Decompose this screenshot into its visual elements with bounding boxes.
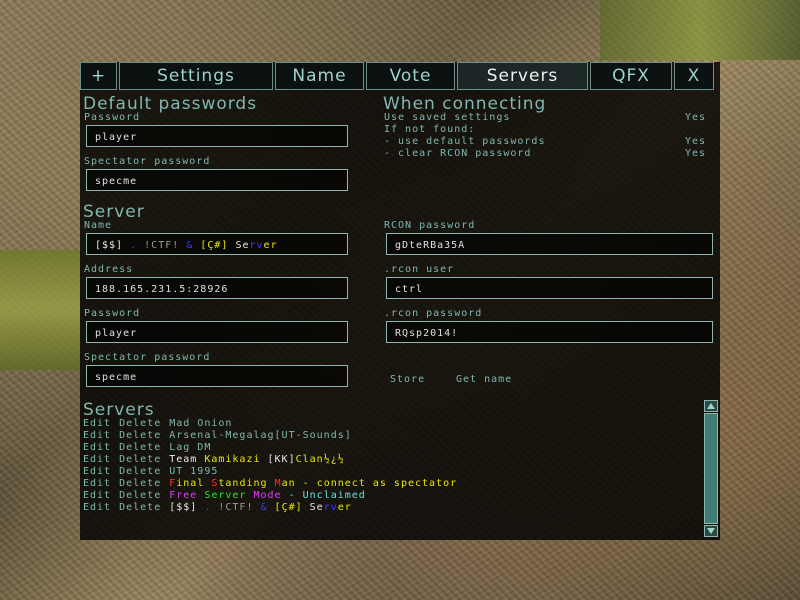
server-entry-name[interactable]: UT 1995 — [169, 466, 218, 477]
use-default-passwords-label: - use default passwords — [384, 136, 546, 147]
default-passwords-heading: Default passwords — [83, 94, 258, 114]
list-item: Edit Delete Final Standing Man - connect a… — [83, 478, 457, 489]
server-entry-name[interactable]: Free Server Mode - Unclaimed — [169, 490, 366, 501]
edit-button[interactable]: Edit — [83, 418, 111, 429]
if-not-found-label: If not found: — [384, 124, 476, 135]
rcon-user-label: .rcon user — [384, 264, 455, 275]
default-password-label: Password — [84, 112, 141, 123]
background-grass — [0, 250, 80, 370]
use-saved-settings-label: Use saved settings — [384, 112, 511, 123]
delete-button[interactable]: Delete — [119, 478, 161, 489]
list-item: Edit Delete Team Kamikazi [KK]Clan½¿½ — [83, 454, 345, 465]
list-item: Edit Delete Arsenal-Megalag[UT-Sounds] — [83, 430, 352, 441]
scroll-thumb[interactable] — [704, 413, 718, 524]
delete-button[interactable]: Delete — [119, 466, 161, 477]
server-entry-name[interactable]: Team Kamikazi [KK]Clan½¿½ — [169, 454, 345, 465]
use-saved-settings-toggle[interactable]: Yes — [685, 112, 706, 123]
list-item: Edit Delete Free Server Mode - Unclaimed — [83, 490, 366, 501]
delete-button[interactable]: Delete — [119, 502, 161, 513]
tab-plus[interactable]: + — [80, 62, 117, 90]
delete-button[interactable]: Delete — [119, 454, 161, 465]
arrow-down-icon — [707, 528, 715, 534]
server-password-field[interactable]: player — [86, 321, 348, 343]
edit-button[interactable]: Edit — [83, 454, 111, 465]
server-entry-name[interactable]: Mad Onion — [169, 418, 232, 429]
delete-button[interactable]: Delete — [119, 490, 161, 501]
use-default-passwords-toggle[interactable]: Yes — [685, 136, 706, 147]
list-item: Edit Delete [$$] . !CTF! & [Ç#] Server — [83, 502, 352, 513]
server-address-field[interactable]: 188.165.231.5:28926 — [86, 277, 348, 299]
servers-heading: Servers — [83, 400, 155, 420]
scroll-down-button[interactable] — [704, 525, 718, 537]
tab-vote[interactable]: Vote — [366, 62, 455, 90]
server-entry-name[interactable]: Arsenal-Megalag[UT-Sounds] — [169, 430, 352, 441]
background-foliage — [600, 0, 800, 60]
edit-button[interactable]: Edit — [83, 430, 111, 441]
server-name-label: Name — [84, 220, 113, 231]
server-spectator-password-field[interactable]: specme — [86, 365, 348, 387]
tab-qfx[interactable]: QFX — [590, 62, 672, 90]
edit-button[interactable]: Edit — [83, 466, 111, 477]
delete-button[interactable]: Delete — [119, 442, 161, 453]
tab-name[interactable]: Name — [275, 62, 364, 90]
servers-scrollbar[interactable] — [704, 400, 718, 538]
server-entry-name[interactable]: Lag DM — [169, 442, 211, 453]
tab-settings[interactable]: Settings — [119, 62, 273, 90]
server-entry-name[interactable]: [$$] . !CTF! & [Ç#] Server — [169, 502, 352, 513]
when-connecting-heading: When connecting — [383, 94, 547, 114]
list-item: Edit Delete Lag DM — [83, 442, 211, 453]
list-item: Edit Delete UT 1995 — [83, 466, 218, 477]
server-address-label: Address — [84, 264, 134, 275]
edit-button[interactable]: Edit — [83, 478, 111, 489]
list-item: Edit Delete Mad Onion — [83, 418, 232, 429]
server-password-label: Password — [84, 308, 141, 319]
store-button[interactable]: Store — [390, 374, 425, 385]
rcon-password-field[interactable]: gDteRBa35A — [386, 233, 713, 255]
scroll-up-button[interactable] — [704, 400, 718, 412]
default-spectator-password-field[interactable]: specme — [86, 169, 348, 191]
rcon-user-field[interactable]: ctrl — [386, 277, 713, 299]
arrow-up-icon — [707, 403, 715, 409]
rcon-password-label: RCON password — [384, 220, 476, 231]
rcon-pw-label: .rcon password — [384, 308, 483, 319]
edit-button[interactable]: Edit — [83, 442, 111, 453]
get-name-button[interactable]: Get name — [456, 374, 512, 385]
delete-button[interactable]: Delete — [119, 430, 161, 441]
clear-rcon-password-toggle[interactable]: Yes — [685, 148, 706, 159]
server-heading: Server — [83, 202, 145, 222]
delete-button[interactable]: Delete — [119, 418, 161, 429]
default-password-field[interactable]: player — [86, 125, 348, 147]
default-spectator-password-label: Spectator password — [84, 156, 211, 167]
edit-button[interactable]: Edit — [83, 502, 111, 513]
server-name-field[interactable]: [$$] . !CTF! & [Ç#] Server — [86, 233, 348, 255]
server-spectator-password-label: Spectator password — [84, 352, 211, 363]
close-button[interactable]: X — [674, 62, 714, 90]
tab-bar: + Settings Name Vote Servers QFX X — [80, 62, 720, 92]
clear-rcon-password-label: - clear RCON password — [384, 148, 532, 159]
edit-button[interactable]: Edit — [83, 490, 111, 501]
server-entry-name[interactable]: Final Standing Man - connect as spectato… — [169, 478, 457, 489]
tab-servers[interactable]: Servers — [457, 62, 588, 90]
rcon-pw-field[interactable]: RQsp2014! — [386, 321, 713, 343]
